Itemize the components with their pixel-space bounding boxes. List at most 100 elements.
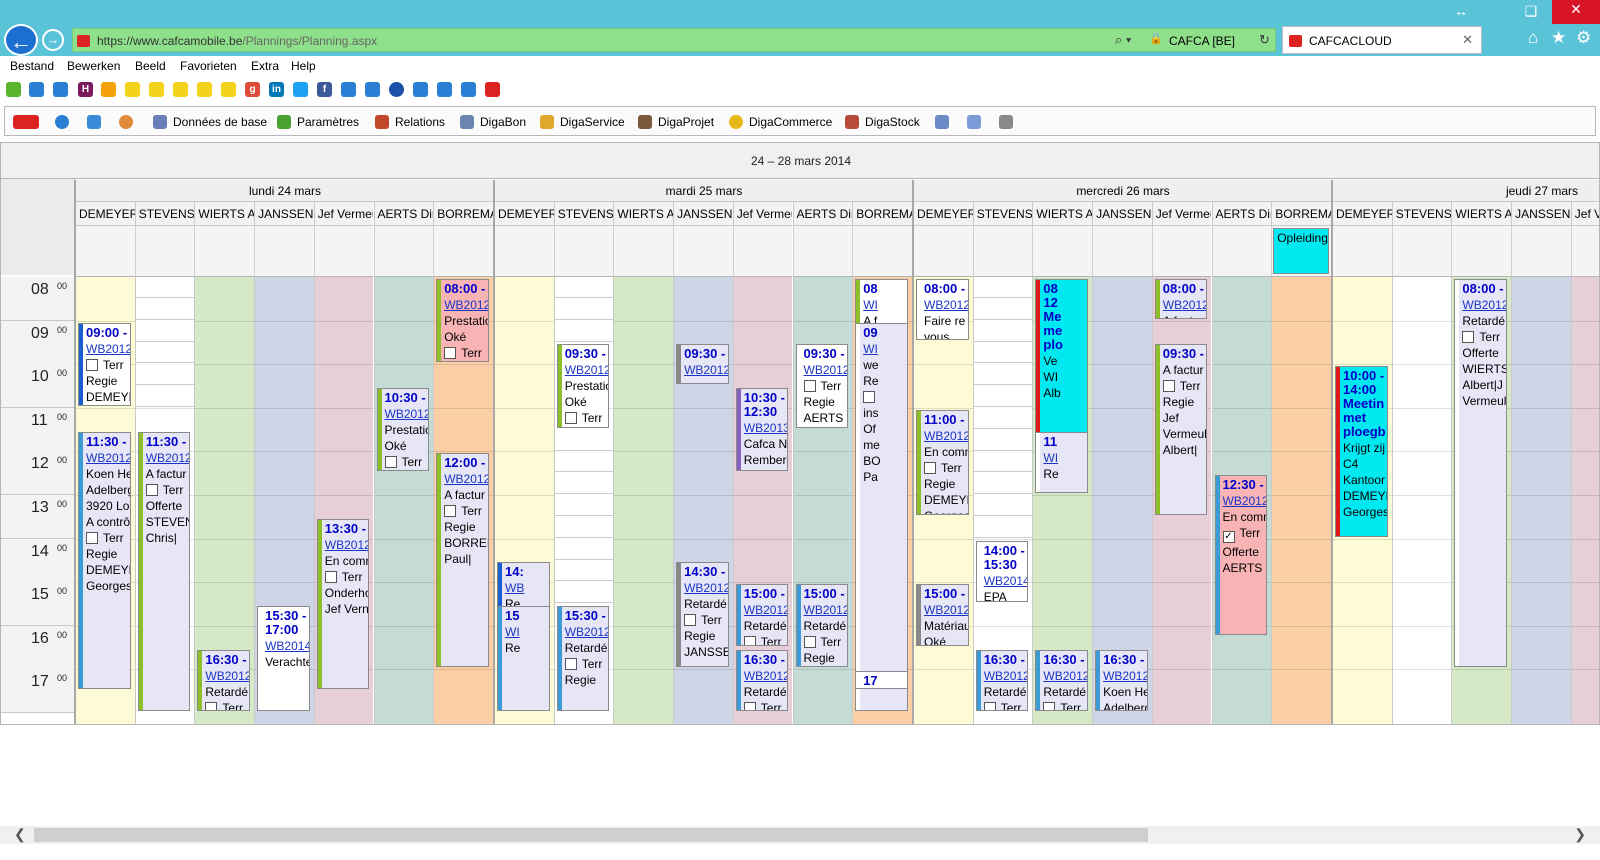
checkbox-icon[interactable] (384, 456, 397, 468)
allday-cell[interactable] (852, 226, 912, 277)
ie-page-icon[interactable] (437, 82, 452, 97)
free-slot-cell[interactable] (973, 429, 1033, 451)
appointment-checkbox-row[interactable]: Terr (1043, 701, 1087, 710)
allday-event[interactable]: Opleiding (1273, 228, 1329, 274)
checkbox-icon[interactable] (1462, 331, 1475, 343)
checkbox-icon[interactable] (145, 483, 158, 496)
appointment-checkbox-row[interactable]: Terr (564, 657, 609, 671)
appointment-checkbox-row[interactable]: Terr (743, 701, 788, 710)
allday-cell[interactable] (254, 226, 314, 277)
appointment-checkbox-row[interactable]: Terr (384, 455, 429, 469)
free-slot-cell[interactable] (973, 320, 1033, 342)
appointment-checkbox-row[interactable]: Terr (743, 635, 788, 645)
appointment-code-link[interactable]: WB2012 (684, 363, 728, 377)
appointment[interactable]: 09:30 -WB2012 TerrRegieAERTS D (795, 344, 849, 428)
h-logo-icon[interactable]: H (78, 82, 93, 97)
checkbox-icon[interactable]: ✓ (1222, 531, 1235, 544)
checkbox-icon[interactable] (86, 531, 98, 544)
ie-page-icon[interactable] (413, 82, 428, 97)
relations-icon[interactable] (375, 115, 389, 129)
ie-page-icon[interactable] (53, 82, 68, 97)
allday-cell[interactable] (373, 226, 434, 277)
appointment[interactable]: 12:00 -WB2012 A facturTerrRegieBORREMPaul… (436, 453, 489, 668)
appointment-code-link[interactable]: WB2012 (1103, 669, 1147, 683)
toolbar-digastock[interactable]: DigaStock (865, 115, 920, 129)
appointment-checkbox-row[interactable]: Terr (205, 701, 249, 710)
resource-column[interactable] (1391, 277, 1452, 724)
resource-column[interactable] (1271, 277, 1331, 724)
free-slot-cell[interactable] (973, 495, 1033, 516)
toolbar-digacommerce[interactable]: DigaCommerce (749, 115, 832, 129)
toolbar-parametres[interactable]: Paramètres (297, 115, 359, 129)
appointment-code-link[interactable]: WB2012 (565, 363, 609, 377)
close-tab-icon[interactable]: ✕ (1462, 32, 1473, 48)
appointment-checkbox-row[interactable]: Terr (324, 570, 369, 584)
appointment[interactable]: 09:30 - WB2012 (676, 344, 729, 384)
appointment-code-link[interactable]: WI (863, 298, 880, 312)
flag-be-icon[interactable] (101, 82, 116, 97)
appointment[interactable]: 11 WI Re (1035, 431, 1089, 493)
toolbar-donnees-de-base[interactable]: Données de base (173, 115, 267, 129)
checkbox-icon[interactable] (205, 701, 218, 710)
favorites-star-icon[interactable]: ★ (1551, 28, 1566, 48)
appointment-code-link[interactable]: WB2012 (86, 451, 130, 465)
appointment[interactable]: 09:30 - WB2012 Prestatio Oké Terr (556, 344, 610, 428)
free-slot-cell[interactable] (135, 342, 195, 364)
scroll-right-icon[interactable]: ❯ (1574, 826, 1586, 843)
toolbar-relations[interactable]: Relations (395, 115, 445, 129)
home-icon[interactable]: ⌂ (1528, 28, 1538, 48)
appointment-code-link[interactable]: WB2013 (744, 421, 788, 435)
ie-page-icon[interactable] (365, 82, 380, 97)
appointment-code-link[interactable]: WB2012 (1043, 669, 1087, 683)
appointment-checkbox-row[interactable]: Terr (444, 346, 488, 360)
appointment-code-link[interactable]: WB2012 (86, 342, 130, 356)
free-slot-cell[interactable] (973, 364, 1033, 386)
back-button[interactable]: ← (4, 24, 38, 56)
appointment[interactable]: 16:30 - WB2012 Retardé Terr (197, 649, 251, 711)
user-icon[interactable] (119, 115, 133, 129)
coin-icon[interactable] (729, 115, 743, 129)
menu-bewerken[interactable]: Bewerken (67, 59, 120, 73)
appointment-code-link[interactable]: WB2012 (924, 429, 968, 443)
appointment[interactable]: 15:00 - WB2012 Retardé Terr (735, 584, 789, 646)
smiley-icon[interactable] (197, 82, 212, 97)
appointment[interactable]: 16:30 - WB2012 Retardé Terr (735, 649, 789, 711)
appointment-code-link[interactable]: WB2012 (385, 407, 429, 421)
allday-cell[interactable] (553, 226, 614, 277)
star-green-icon[interactable] (6, 82, 21, 97)
scrollbar-thumb[interactable] (34, 828, 1148, 842)
appointment[interactable]: 15:30 -17:00 WB2014 Verachte (257, 606, 310, 711)
appointment-code-link[interactable]: WB2012 (684, 581, 728, 595)
allday-cell[interactable] (494, 226, 554, 277)
appointment-code-link[interactable]: WB2014 (265, 639, 309, 653)
free-slot-cell[interactable] (554, 429, 614, 451)
toolbar-digaservice[interactable]: DigaService (560, 115, 625, 129)
appointment[interactable]: 15:00 - WB2012 Matériau Oké (916, 584, 969, 646)
appointment-checkbox-row[interactable]: Terr (86, 358, 130, 372)
free-slot-cell[interactable] (973, 277, 1033, 298)
appointment-code-link[interactable]: WB2012 (1462, 298, 1506, 312)
appointment[interactable]: 15:00 - WB2012 Retardé Terr Regie (795, 584, 849, 668)
appointment[interactable]: 08:00 - WB2012 Faire re vous (916, 279, 969, 341)
free-slot-cell[interactable] (973, 407, 1033, 429)
link-icon[interactable] (999, 115, 1013, 129)
allday-cell[interactable] (194, 226, 255, 277)
appointment[interactable]: 11:00 - WB2012En commTerrRegieDEMEYE Georg… (916, 409, 969, 515)
address-bar[interactable]: https://www.cafcamobile.be/Plannings/Pla… (72, 28, 1276, 52)
appointment[interactable]: 11:30 - WB2012 A factur Terr Offerte STEVEN Ch… (137, 431, 191, 711)
checkbox-icon[interactable] (1162, 380, 1175, 393)
resource-column[interactable] (613, 277, 674, 724)
allday-cell[interactable] (1032, 226, 1093, 277)
free-slot-cell[interactable] (554, 473, 614, 495)
appointment-code-link[interactable]: WB2012 (1163, 298, 1207, 312)
appointment-checkbox-row[interactable]: Terr (803, 635, 848, 649)
free-slot-cell[interactable] (554, 560, 614, 582)
checkbox-icon[interactable] (743, 701, 756, 710)
appointment-code-link[interactable]: WB2012 (444, 472, 488, 486)
appointment-checkbox-row[interactable] (863, 390, 880, 404)
appointment[interactable]: 10:30 -12:30 WB2013 Cafca N Rember (735, 388, 789, 472)
checkbox-icon[interactable] (743, 636, 756, 645)
checkbox-icon[interactable] (86, 358, 98, 371)
appointment-code-link[interactable]: WB2012 (146, 451, 190, 465)
free-slot-cell[interactable] (554, 298, 614, 320)
